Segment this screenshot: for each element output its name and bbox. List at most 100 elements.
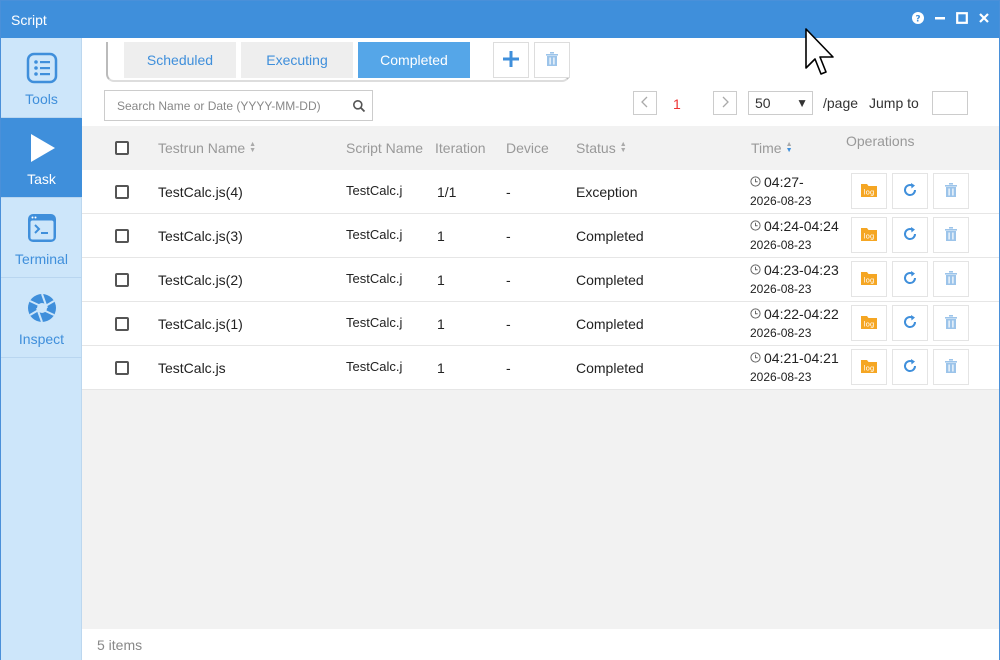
next-page-button[interactable] [713,91,737,115]
clock-icon [750,174,761,190]
add-button[interactable] [493,42,529,78]
jump-to-input[interactable] [932,91,968,115]
per-page-label: /page [823,95,859,111]
device: - [506,360,511,376]
row-checkbox[interactable] [115,273,129,287]
device: - [506,272,511,288]
select-all-checkbox[interactable] [115,141,129,155]
svg-text:?: ? [915,15,920,25]
log-icon: log [860,269,878,290]
sidebar-item-tools[interactable]: Tools [1,38,82,118]
page-size-select[interactable]: 50 ▼ [748,91,813,115]
status-bar: 5 items [82,629,999,660]
col-header-testrun-name[interactable]: Testrun Name ▲ ▼ [158,140,256,156]
date: 2026-08-23 [750,282,812,296]
log-button[interactable]: log [851,305,887,341]
testrun-name[interactable]: TestCalc.js [158,360,226,376]
refresh-icon [901,269,919,290]
table-row: TestCalc.js(3) TestCalc.j 1 - Completed … [82,214,999,258]
col-header-iteration: Iteration [435,140,486,156]
window-controls: ? [911,11,991,25]
delete-row-button[interactable] [933,217,969,253]
log-button[interactable]: log [851,217,887,253]
device: - [506,228,511,244]
clock-icon [750,218,761,234]
rerun-button[interactable] [892,349,928,385]
table-row: TestCalc.js(4) TestCalc.j 1/1 - Exceptio… [82,170,999,214]
minimize-icon[interactable] [933,11,947,25]
testrun-name[interactable]: TestCalc.js(4) [158,184,243,200]
close-icon[interactable] [977,11,991,25]
log-icon: log [860,181,878,202]
play-icon [26,132,58,167]
rerun-button[interactable] [892,261,928,297]
testrun-name[interactable]: TestCalc.js(1) [158,316,243,332]
delete-row-button[interactable] [933,261,969,297]
script-name: TestCalc.j [346,315,403,330]
sidebar: Tools Task Terminal Inspect [1,38,82,660]
trash-icon [943,226,959,245]
item-count: 5 items [97,637,143,653]
mouse-cursor-icon [805,28,834,75]
sidebar-item-inspect[interactable]: Inspect [1,278,82,358]
log-button[interactable]: log [851,349,887,385]
page-size-value: 50 [755,95,771,111]
prev-page-button[interactable] [633,91,657,115]
script-name: TestCalc.j [346,271,403,286]
chevron-right-icon [720,95,730,111]
rerun-button[interactable] [892,305,928,341]
time-range: 04:22-04:22 [750,306,839,322]
script-name: TestCalc.j [346,183,403,198]
col-header-time[interactable]: Time ▲ ▼ [751,140,793,156]
trash-icon [943,270,959,289]
col-header-status[interactable]: Status ▲ ▼ [576,140,627,156]
row-checkbox[interactable] [115,229,129,243]
sort-icon: ▲ ▼ [619,141,627,154]
refresh-icon [901,357,919,378]
row-checkbox[interactable] [115,317,129,331]
trash-icon [943,358,959,377]
time-range: 04:27- [750,174,804,190]
svg-text:log: log [864,188,875,196]
app-window: Script ? Tools Task Terminal Inspect Sch… [0,0,1000,660]
plus-icon [502,50,520,71]
delete-row-button[interactable] [933,305,969,341]
sidebar-item-terminal[interactable]: Terminal [1,198,82,278]
delete-all-button[interactable] [534,42,570,78]
tab-completed[interactable]: Completed [358,42,470,78]
toolbar: Scheduled Executing Completed Search Nam… [82,38,999,126]
svg-text:log: log [864,276,875,284]
row-checkbox[interactable] [115,185,129,199]
tab-executing[interactable]: Executing [241,42,353,78]
sidebar-item-label: Task [27,171,56,187]
log-icon: log [860,357,878,378]
iteration: 1 [437,360,445,376]
refresh-icon [901,181,919,202]
maximize-icon[interactable] [955,11,969,25]
iteration: 1/1 [437,184,457,200]
delete-row-button[interactable] [933,349,969,385]
testrun-name[interactable]: TestCalc.js(2) [158,272,243,288]
svg-text:log: log [864,320,875,328]
iteration: 1 [437,316,445,332]
search-icon[interactable] [352,99,366,113]
refresh-icon [901,313,919,334]
tab-scheduled[interactable]: Scheduled [124,42,236,78]
date: 2026-08-23 [750,326,812,340]
rerun-button[interactable] [892,217,928,253]
log-button[interactable]: log [851,261,887,297]
log-icon: log [860,313,878,334]
table-row: TestCalc.js(1) TestCalc.j 1 - Completed … [82,302,999,346]
table-header: Testrun Name ▲ ▼ Script Name Iteration De… [82,126,999,170]
rerun-button[interactable] [892,173,928,209]
help-icon[interactable]: ? [911,11,925,25]
testrun-name[interactable]: TestCalc.js(3) [158,228,243,244]
row-checkbox[interactable] [115,361,129,375]
delete-row-button[interactable] [933,173,969,209]
search-input[interactable] [105,91,345,120]
trash-icon [943,314,959,333]
iteration: 1 [437,272,445,288]
log-button[interactable]: log [851,173,887,209]
sidebar-item-task[interactable]: Task [1,118,82,198]
clock-icon [750,306,761,322]
